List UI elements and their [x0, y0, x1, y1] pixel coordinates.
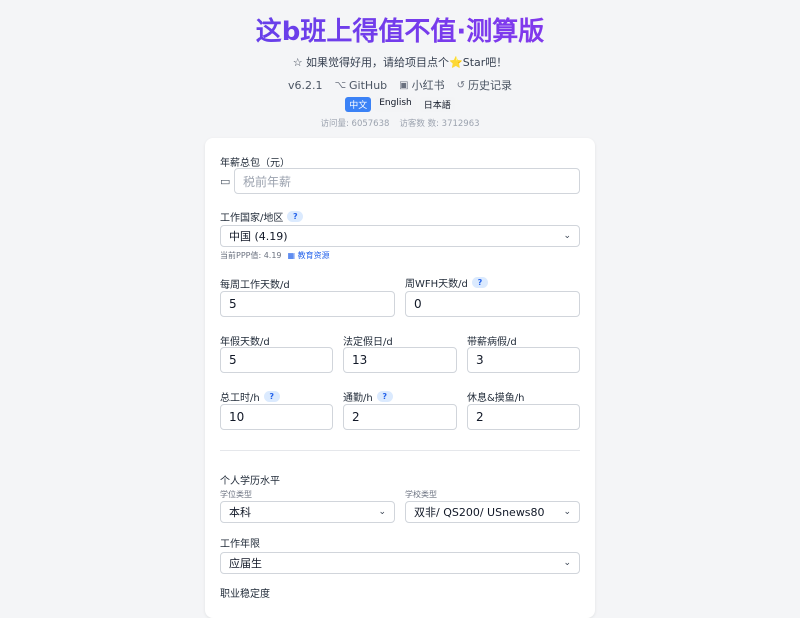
history-link-label: 历史记录 — [468, 79, 512, 92]
lang-en-button[interactable]: English — [375, 97, 416, 112]
total-hours-label: 总工时/h? — [220, 389, 280, 404]
sick-leave-input[interactable]: 3 — [467, 347, 580, 373]
book-icon: ▣ — [399, 79, 409, 91]
experience-label: 工作年限 — [220, 535, 260, 550]
salary-input[interactable]: 税前年薪 — [234, 168, 580, 194]
holidays-label-text: 法定假日/d — [343, 337, 393, 348]
commute-value: 2 — [352, 410, 360, 424]
version-label: v6.2.1 — [288, 78, 323, 92]
commute-label-text: 通勤/h — [343, 393, 373, 404]
github-link-label: GitHub — [349, 78, 388, 92]
chevron-down-icon: ⌄ — [563, 507, 571, 517]
sick-leave-value: 3 — [476, 353, 484, 367]
rest-value: 2 — [476, 410, 484, 424]
commute-input[interactable]: 2 — [343, 404, 457, 430]
ppp-hint: 当前PPP值: 4.19 ▦ 教育资源 — [220, 250, 330, 261]
visit-count: 访问量: 6057638 — [320, 119, 390, 129]
degree-select-value: 本科 — [229, 506, 251, 519]
annual-leave-value: 5 — [229, 353, 237, 367]
salary-label: 年薪总包（元） — [220, 154, 290, 169]
rest-label-text: 休息&摸鱼/h — [467, 393, 525, 404]
xiaohongshu-link-label: 小红书 — [411, 79, 445, 92]
experience-label-text: 工作年限 — [220, 539, 260, 550]
workdays-label: 每周工作天数/d — [220, 276, 290, 291]
school-select[interactable]: 双非/ QS200/ USnews80 ⌄ — [405, 501, 580, 523]
page-title: 这b班上得值不值·测算版 — [0, 14, 800, 50]
education-resources-link[interactable]: ▦ 教育资源 — [288, 250, 330, 261]
education-section-label-text: 个人学历水平 — [220, 476, 280, 487]
annual-leave-input[interactable]: 5 — [220, 347, 333, 373]
calculator-form: 年薪总包（元） ▭ 税前年薪 工作国家/地区? 中国 (4.19) ⌄ 当前PPP… — [205, 138, 595, 618]
country-select[interactable]: 中国 (4.19) ⌄ — [220, 225, 580, 247]
school-label: 学校类型 — [405, 490, 437, 499]
country-select-value: 中国 (4.19) — [229, 230, 288, 243]
visitor-count: 访客数 数: 3712963 — [399, 119, 480, 129]
school-select-value: 双非/ QS200/ USnews80 — [414, 506, 545, 519]
workdays-input[interactable]: 5 — [220, 291, 395, 317]
star-tagline: ☆ 如果觉得好用，请给项目点个⭐Star吧！ — [292, 56, 508, 69]
wfh-label: 周WFH天数/d? — [405, 275, 488, 290]
commute-help-icon[interactable]: ? — [376, 391, 393, 402]
ppp-value: 当前PPP值: 4.19 — [220, 251, 282, 260]
wallet-icon: ▭ — [220, 175, 231, 188]
workdays-value: 5 — [229, 297, 237, 311]
country-label: 工作国家/地区? — [220, 209, 304, 224]
sick-leave-label-text: 带薪病假/d — [467, 337, 517, 348]
history-link[interactable]: ↺ 历史记录 — [457, 77, 512, 93]
rest-input[interactable]: 2 — [467, 404, 580, 430]
chevron-down-icon: ⌄ — [563, 231, 571, 241]
holidays-value: 13 — [352, 353, 368, 367]
visit-stats: 访问量: 6057638 访客数 数: 3712963 — [0, 117, 800, 129]
country-help-icon[interactable]: ? — [287, 211, 304, 222]
degree-select[interactable]: 本科 ⌄ — [220, 501, 395, 523]
lang-zh-button[interactable]: 中文 — [345, 97, 372, 112]
total-hours-input[interactable]: 10 — [220, 404, 333, 430]
degree-label: 学位类型 — [220, 490, 252, 499]
salary-placeholder: 税前年薪 — [243, 174, 292, 189]
history-icon: ↺ — [456, 79, 465, 91]
total-hours-value: 10 — [229, 410, 245, 424]
stability-label: 职业稳定度 — [220, 585, 270, 600]
github-icon: ⌥ — [334, 79, 347, 91]
experience-select-value: 应届生 — [229, 557, 262, 570]
language-switcher: 中文 English 日本語 — [0, 97, 800, 112]
wfh-input[interactable]: 0 — [405, 291, 580, 317]
total-hours-label-text: 总工时/h — [220, 393, 260, 404]
lang-ja-button[interactable]: 日本語 — [419, 97, 455, 112]
xiaohongshu-link[interactable]: ▣ 小红书 — [399, 77, 444, 93]
country-label-text: 工作国家/地区 — [220, 213, 284, 224]
section-divider — [220, 450, 580, 451]
annual-leave-label: 年假天数/d — [220, 333, 270, 348]
total-hours-help-icon[interactable]: ? — [263, 391, 280, 402]
experience-select[interactable]: 应届生 ⌄ — [220, 552, 580, 574]
stability-label-text: 职业稳定度 — [220, 589, 270, 600]
workdays-label-text: 每周工作天数/d — [220, 280, 290, 291]
holidays-label: 法定假日/d — [343, 333, 393, 348]
wfh-value: 0 — [414, 297, 422, 311]
header-links: v6.2.1 ⌥ GitHub ▣ 小红书 ↺ 历史记录 — [0, 77, 800, 93]
salary-label-text: 年薪总包（元） — [220, 158, 290, 169]
annual-leave-label-text: 年假天数/d — [220, 337, 270, 348]
chevron-down-icon: ⌄ — [378, 507, 386, 517]
wfh-label-text: 周WFH天数/d — [405, 279, 468, 290]
education-section-label: 个人学历水平 — [220, 472, 280, 487]
rest-label: 休息&摸鱼/h — [467, 389, 525, 404]
chevron-down-icon: ⌄ — [563, 558, 571, 568]
holidays-input[interactable]: 13 — [343, 347, 457, 373]
sick-leave-label: 带薪病假/d — [467, 333, 517, 348]
github-link[interactable]: ⌥ GitHub — [335, 77, 388, 93]
commute-label: 通勤/h? — [343, 389, 393, 404]
wfh-help-icon[interactable]: ? — [471, 277, 488, 288]
